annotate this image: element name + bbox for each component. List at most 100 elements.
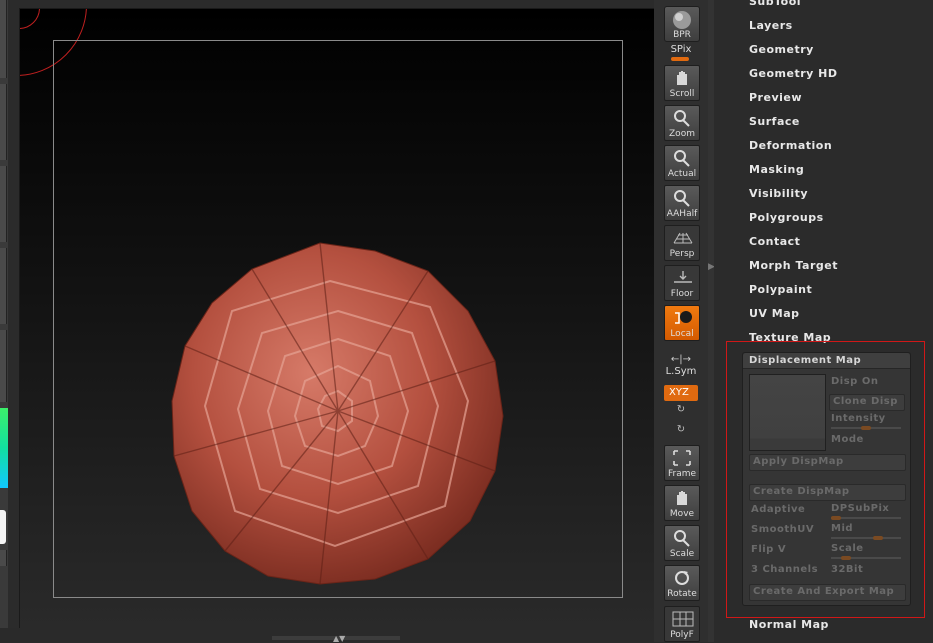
persp-label: Persp bbox=[669, 249, 695, 259]
left-shelf-button[interactable] bbox=[0, 166, 7, 242]
move-button[interactable]: Move bbox=[664, 485, 700, 521]
xyz-label: XYZ bbox=[669, 387, 689, 398]
32bit-toggle[interactable]: 32Bit bbox=[831, 564, 863, 575]
frame-icon bbox=[673, 450, 691, 466]
frame-button[interactable]: Frame bbox=[664, 445, 700, 481]
actual-button[interactable]: Actual bbox=[664, 145, 700, 181]
spix-label: SPix bbox=[670, 44, 692, 55]
floor-label: Floor bbox=[670, 289, 694, 299]
menu-item-geometry[interactable]: Geometry bbox=[749, 43, 814, 57]
color-picker-strip[interactable] bbox=[0, 408, 8, 488]
spix-slider[interactable] bbox=[671, 57, 689, 61]
menu-item-preview[interactable]: Preview bbox=[749, 91, 802, 105]
menu-item-layers[interactable]: Layers bbox=[749, 19, 793, 33]
smoothuv-toggle[interactable]: SmoothUV bbox=[751, 524, 814, 535]
rotate-label: Rotate bbox=[667, 589, 697, 599]
scale-label: Scale bbox=[669, 549, 695, 559]
local-label: Local bbox=[670, 329, 694, 339]
right-shelf: BPR SPix Scroll Zoom Actual AAHalf Persp… bbox=[654, 0, 708, 642]
rotate-button[interactable]: Rotate bbox=[664, 565, 700, 601]
menu-item-surface[interactable]: Surface bbox=[749, 115, 800, 129]
menu-item-polypaint[interactable]: Polypaint bbox=[749, 283, 812, 297]
3-channels-toggle[interactable]: 3 Channels bbox=[751, 564, 818, 575]
left-shelf-button[interactable] bbox=[0, 84, 7, 160]
scroll-button[interactable]: Scroll bbox=[664, 65, 700, 101]
create-dispmap-label: Create DispMap bbox=[753, 486, 850, 497]
scale-button[interactable]: Scale bbox=[664, 525, 700, 561]
left-shelf-button[interactable] bbox=[0, 0, 7, 78]
dpsubpix-knob[interactable] bbox=[831, 516, 841, 520]
bpr-sphere-icon bbox=[673, 11, 691, 29]
polyf-label: PolyF bbox=[670, 630, 694, 640]
local-symmetry-icon bbox=[675, 311, 692, 324]
clone-disp-label: Clone Disp bbox=[833, 396, 898, 407]
menu-item-normal-map[interactable]: Normal Map bbox=[749, 618, 829, 632]
move-hand-icon bbox=[677, 491, 687, 505]
polyf-button[interactable]: PolyF bbox=[664, 606, 700, 642]
magnifier-icon bbox=[674, 110, 690, 127]
apply-dispmap-button[interactable]: Apply DispMap bbox=[749, 454, 906, 471]
create-dispmap-button[interactable]: Create DispMap bbox=[749, 484, 906, 501]
perspective-grid-icon bbox=[673, 232, 693, 244]
aahalf-button[interactable]: AAHalf bbox=[664, 185, 700, 221]
mode-toggle[interactable]: Mode bbox=[831, 434, 864, 445]
rotate-icon bbox=[675, 571, 689, 585]
polyframe-grid-icon bbox=[672, 611, 694, 627]
menu-item-deformation[interactable]: Deformation bbox=[749, 139, 832, 153]
hand-icon bbox=[677, 71, 687, 85]
left-shelf-button[interactable] bbox=[0, 248, 7, 324]
menu-item-uv-map[interactable]: UV Map bbox=[749, 307, 800, 321]
floor-button[interactable]: Floor bbox=[664, 265, 700, 301]
create-and-export-map-button[interactable]: Create And Export Map bbox=[749, 584, 906, 601]
flip-v-toggle[interactable]: Flip V bbox=[751, 544, 786, 555]
menu-item-contact[interactable]: Contact bbox=[749, 235, 800, 249]
xyz-button[interactable]: XYZ bbox=[664, 385, 698, 401]
move-label: Move bbox=[669, 509, 695, 519]
aahalf-label: AAHalf bbox=[666, 209, 698, 219]
y-rotate-icon[interactable]: ↻ bbox=[654, 404, 708, 415]
scroll-label: Scroll bbox=[669, 89, 695, 99]
menu-item-subtool[interactable]: SubTool bbox=[749, 0, 801, 9]
menu-item-visibility[interactable]: Visibility bbox=[749, 187, 808, 201]
bpr-button[interactable]: BPR bbox=[664, 6, 700, 42]
displacement-map-subpalette: Displacement Map Disp On Clone Disp Inte… bbox=[742, 352, 911, 606]
bpr-label: BPR bbox=[673, 30, 691, 40]
main-color-swatch[interactable] bbox=[0, 510, 6, 544]
left-shelf-button[interactable] bbox=[0, 330, 7, 402]
canvas-viewport[interactable] bbox=[19, 8, 656, 630]
scale-knob[interactable] bbox=[841, 556, 851, 560]
scale-icon bbox=[674, 530, 690, 547]
menu-item-geometry-hd[interactable]: Geometry HD bbox=[749, 67, 838, 81]
mid-label: Mid bbox=[831, 523, 854, 534]
zoom-button[interactable]: Zoom bbox=[664, 105, 700, 141]
mid-slider[interactable] bbox=[831, 537, 901, 539]
menu-item-polygroups[interactable]: Polygroups bbox=[749, 211, 824, 225]
persp-button[interactable]: Persp bbox=[664, 225, 700, 261]
menu-item-masking[interactable]: Masking bbox=[749, 163, 804, 177]
adaptive-toggle[interactable]: Adaptive bbox=[751, 504, 805, 515]
disp-on-toggle[interactable]: Disp On bbox=[831, 376, 878, 387]
menu-item-morph-target[interactable]: Morph Target bbox=[749, 259, 838, 273]
actual-label: Actual bbox=[667, 169, 697, 179]
zoom-label: Zoom bbox=[669, 129, 695, 139]
magnifier-icon bbox=[674, 150, 690, 167]
clone-disp-button[interactable]: Clone Disp bbox=[829, 394, 905, 411]
local-button[interactable]: Local bbox=[664, 305, 700, 341]
dpsubpix-label: DPSubPix bbox=[831, 503, 890, 514]
left-shelf bbox=[0, 0, 8, 642]
displacement-thumbnail[interactable] bbox=[749, 374, 826, 451]
3d-mesh-sphere[interactable] bbox=[170, 241, 510, 590]
lsym-button[interactable]: L.Sym bbox=[654, 366, 708, 377]
mid-knob[interactable] bbox=[873, 536, 883, 540]
z-rotate-icon[interactable]: ↻ bbox=[654, 424, 708, 435]
dpsubpix-slider[interactable] bbox=[831, 517, 901, 519]
displacement-map-title: Displacement Map bbox=[749, 355, 862, 366]
magnifier-icon bbox=[674, 190, 690, 207]
apply-dispmap-label: Apply DispMap bbox=[753, 456, 844, 467]
intensity-label: Intensity bbox=[831, 413, 886, 424]
left-shelf-button[interactable] bbox=[0, 550, 7, 566]
bottom-shelf: ▲▼ bbox=[0, 628, 700, 643]
intensity-knob[interactable] bbox=[861, 426, 871, 430]
floor-icon bbox=[674, 271, 692, 283]
frame-label: Frame bbox=[667, 469, 697, 479]
